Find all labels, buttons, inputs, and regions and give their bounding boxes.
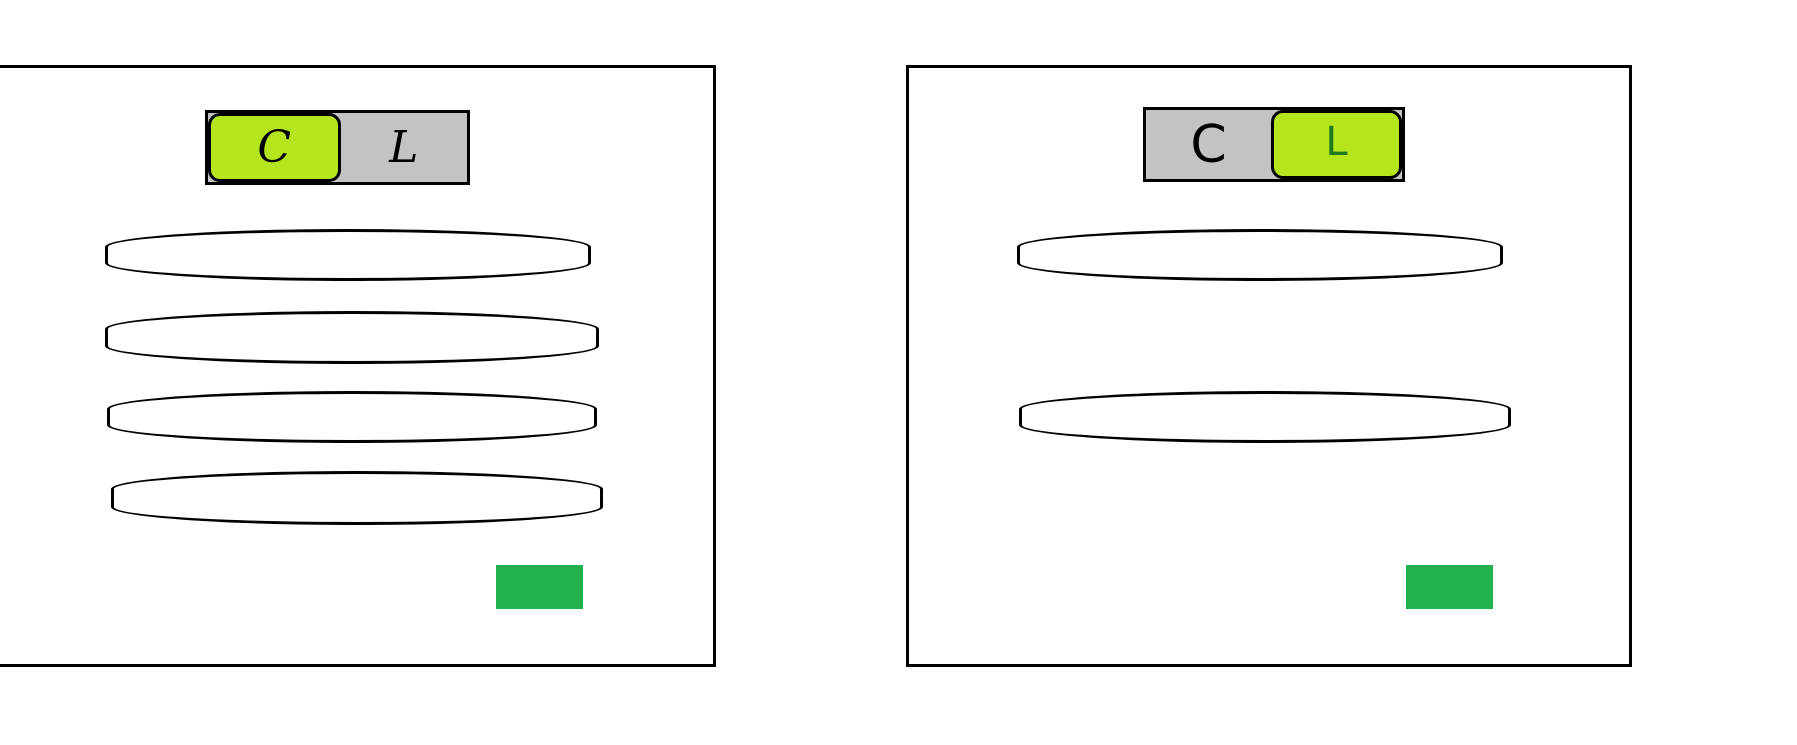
toggle-option-l[interactable]: L <box>1271 110 1402 179</box>
toggle-option-c[interactable]: C <box>1146 110 1271 179</box>
toggle-option-l[interactable]: L <box>341 113 468 182</box>
input-field-1[interactable] <box>105 229 591 281</box>
form-panel-l: C L <box>906 65 1632 667</box>
input-field-3[interactable] <box>107 391 597 443</box>
mode-toggle: C L <box>205 110 470 185</box>
submit-button[interactable] <box>1406 565 1493 609</box>
toggle-option-c[interactable]: C <box>208 113 341 182</box>
mode-toggle: C L <box>1143 107 1405 182</box>
submit-button[interactable] <box>496 565 583 609</box>
input-field-4[interactable] <box>111 471 603 525</box>
form-panel-c: C L <box>0 65 716 667</box>
input-field-1[interactable] <box>1017 229 1503 281</box>
input-field-2[interactable] <box>105 311 599 364</box>
input-field-2[interactable] <box>1019 391 1511 443</box>
